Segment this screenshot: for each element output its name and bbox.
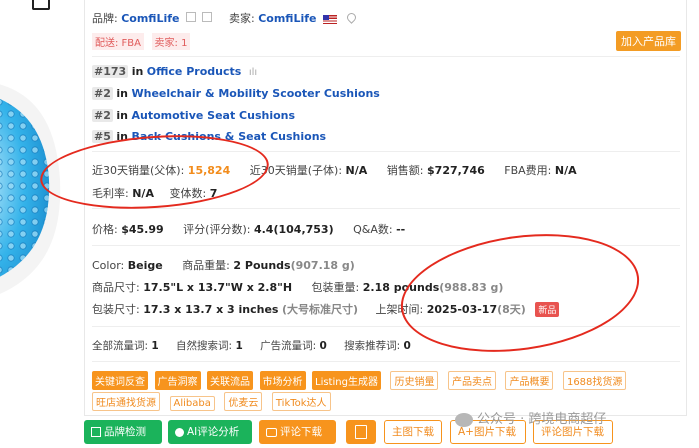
color-value: Beige [127,259,163,272]
sales-history-chip[interactable]: 历史销量 [390,371,439,390]
recommended-keywords-value[interactable]: 0 [404,340,411,352]
weight-label: 商品重量: [182,259,230,272]
tool-chips-row-2: 旺店通找货源 Alibaba 优麦云 TikTok达人 [92,392,337,411]
rank-in: in [116,109,128,122]
qa-label: Q&A数: [353,223,393,236]
traffic-row: 全部流量词: 1 自然搜索词: 1 广告流量词: 0 搜索推荐词: 0 [92,338,411,353]
brand-check-button[interactable]: 品牌检测 [84,420,162,444]
market-analysis-chip[interactable]: 市场分析 [259,371,306,390]
child-sales-value: N/A [345,164,368,177]
selling-points-chip[interactable]: 产品卖点 [447,371,496,390]
external-link-icon[interactable] [201,12,212,22]
comment-icon [266,427,277,437]
watermark: 公众号 · 跨境电商超仔 [455,408,606,427]
pie-chart-icon [175,427,184,437]
bar-chart-icon[interactable]: ılı [249,67,257,78]
ad-insight-chip[interactable]: 广告洞察 [154,371,201,390]
seller-link[interactable]: ComfiLife [258,12,316,25]
add-to-library-button[interactable]: 加入产品库 [616,31,681,51]
rank-number: #2 [92,109,113,122]
all-keywords-label: 全部流量词: [92,340,149,352]
package-weight-label: 包装重量: [311,281,360,294]
revenue-value: $727,746 [427,164,485,177]
alibaba-chip[interactable]: Alibaba [169,396,215,411]
seller-label: 卖家: [229,12,255,25]
divider [92,56,680,57]
keyword-reverse-chip[interactable]: 关键词反查 [92,371,148,390]
us-flag-icon [323,14,337,24]
checkbox-icon [91,427,101,437]
size-label: 商品尺寸: [92,281,140,294]
tag-row: 配送: FBA 卖家: 1 [92,33,194,50]
share-icon[interactable] [32,0,50,10]
search-icon[interactable] [186,12,196,22]
price-row: 价格: $45.99 评分(评分数): 4.4(104,753) Q&A数: -… [92,221,405,237]
divider [92,361,680,362]
wechat-icon [455,412,473,427]
main-image-download-button[interactable]: 主图下载 [384,420,442,444]
rating-label: 评分(评分数): [183,223,251,236]
rank-row: #2 in Automotive Seat Cushions [92,109,295,122]
seller-count-tag: 卖家: 1 [151,33,191,50]
rank-category-link[interactable]: Automotive Seat Cushions [131,109,295,122]
tool-chips-row: 关键词反查 广告洞察 关联流品 市场分析 Listing生成器 历史销量 产品卖… [92,371,632,390]
divider [92,208,680,209]
fba-fee-label: FBA费用: [504,164,552,177]
rating-value: 4.4(104,753) [253,223,334,236]
ad-keywords-value[interactable]: 0 [319,340,326,352]
review-download-label: 评论下载 [280,426,322,438]
fba-fee-value: N/A [554,164,577,177]
product-image-pane [0,0,80,448]
location-pin-icon[interactable] [344,11,358,24]
product-overview-chip[interactable]: 产品概要 [505,371,554,390]
rank-row: #173 in Office Products ılı [92,65,257,78]
brand-seller-row: 品牌: ComfiLife 卖家: ComfiLife [92,10,358,26]
qa-value: -- [396,223,406,236]
brand-check-label: 品牌检测 [104,426,146,438]
price-label: 价格: [92,223,118,236]
revenue-label: 销售额: [386,164,424,177]
weight-value: 2 Pounds [233,259,291,272]
ai-review-analysis-button[interactable]: AI评论分析 [168,420,252,444]
color-label: Color: [92,259,125,272]
size-value: 17.5"L x 13.7"W x 2.8"H [143,281,293,294]
organic-keywords-label: 自然搜索词: [176,340,233,352]
color-weight-row: Color: Beige 商品重量: 2 Pounds(907.18 g) [92,257,355,273]
listing-generator-chip[interactable]: Listing生成器 [312,371,381,390]
find-1688-source-chip[interactable]: 1688找货源 [562,371,627,390]
review-download-button[interactable]: 评论下载 [259,420,336,444]
all-keywords-value[interactable]: 1 [151,340,158,352]
package-size-value: 17.3 x 13.7 x 3 inches [143,303,279,316]
weight-grams: (907.18 g) [290,259,355,272]
package-size-tier: (大号标准尺寸) [281,303,359,316]
recommended-keywords-label: 搜索推荐词: [344,340,401,352]
ad-keywords-label: 广告流量词: [260,340,317,352]
brand-label: 品牌: [92,12,118,25]
price-value: $45.99 [121,223,164,236]
wangdiantong-source-chip[interactable]: 旺店通找货源 [92,392,160,411]
rank-number: #173 [92,65,129,78]
watermark-text: 公众号 · 跨境电商超仔 [477,412,607,427]
package-size-label: 包装尺寸: [92,303,140,316]
rank-number: #2 [92,87,113,100]
calculator-icon [355,425,367,439]
organic-keywords-value[interactable]: 1 [235,340,242,352]
ai-review-label: AI评论分析 [187,426,240,438]
youmaiyun-chip[interactable]: 优麦云 [224,392,263,411]
calculator-button[interactable] [346,420,376,444]
fulfillment-tag: 配送: FBA [92,33,145,50]
rank-category-link[interactable]: Office Products [147,65,242,78]
tiktok-influencer-chip[interactable]: TikTok达人 [271,392,331,411]
rank-in: in [131,65,144,78]
related-traffic-chip[interactable]: 关联流品 [207,371,253,390]
rank-row: #2 in Wheelchair & Mobility Scooter Cush… [92,87,380,100]
brand-link[interactable]: ComfiLife [121,12,179,25]
rank-category-link[interactable]: Wheelchair & Mobility Scooter Cushions [131,87,379,100]
rank-in: in [116,87,128,100]
